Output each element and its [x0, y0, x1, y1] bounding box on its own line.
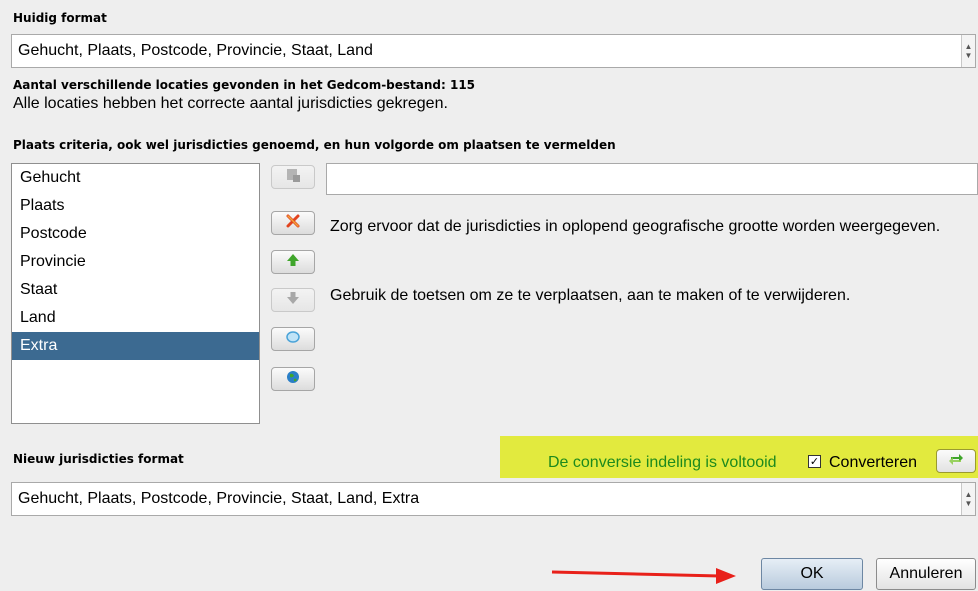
criteria-label: Plaats criteria, ook wel jurisdicties ge…	[13, 138, 616, 152]
globe-icon	[285, 369, 301, 389]
convert-button[interactable]	[936, 449, 976, 473]
list-item[interactable]: Land	[12, 304, 259, 332]
move-down-button[interactable]	[271, 288, 315, 312]
delete-icon	[285, 213, 301, 233]
conversion-status-text: De conversie indeling is voltooid	[548, 454, 777, 471]
globe-button[interactable]	[271, 367, 315, 391]
help-text-order: Zorg ervoor dat de jurisdicties in oplop…	[330, 218, 941, 235]
current-format-label: Huidig format	[13, 11, 107, 25]
move-up-icon	[285, 252, 301, 272]
new-format-field[interactable]: Gehucht, Plaats, Postcode, Provincie, St…	[11, 482, 976, 516]
convert-icon	[948, 451, 964, 471]
search-button[interactable]	[271, 327, 315, 351]
delete-button[interactable]	[271, 211, 315, 235]
new-format-label: Nieuw jurisdicties format	[13, 452, 184, 466]
current-format-value: Gehucht, Plaats, Postcode, Provincie, St…	[18, 42, 373, 59]
jurisdiction-edit-field[interactable]	[326, 163, 978, 195]
current-format-spinner[interactable]: ▲ ▼	[961, 35, 975, 67]
list-item-selected[interactable]: Extra	[12, 332, 259, 360]
checkmark-icon: ✓	[809, 455, 820, 468]
help-text-buttons: Gebruik de toetsen om ze te verplaatsen,…	[330, 287, 851, 304]
list-item[interactable]: Provincie	[12, 248, 259, 276]
jurisdiction-status-text: Alle locaties hebben het correcte aantal…	[13, 95, 448, 112]
cancel-button[interactable]: Annuleren	[876, 558, 976, 590]
add-icon	[285, 167, 301, 187]
move-down-icon	[285, 290, 301, 310]
jurisdiction-list[interactable]: Gehucht Plaats Postcode Provincie Staat …	[11, 163, 260, 424]
current-format-field[interactable]: Gehucht, Plaats, Postcode, Provincie, St…	[11, 34, 976, 68]
search-icon	[285, 329, 301, 349]
convert-checkbox[interactable]: ✓	[808, 455, 821, 468]
red-arrow-annotation	[551, 568, 736, 584]
move-up-button[interactable]	[271, 250, 315, 274]
location-count-text: Aantal verschillende locaties gevonden i…	[13, 78, 476, 92]
new-format-value: Gehucht, Plaats, Postcode, Provincie, St…	[18, 490, 420, 507]
add-button[interactable]	[271, 165, 315, 189]
new-format-spinner[interactable]: ▲ ▼	[961, 483, 975, 515]
list-item[interactable]: Staat	[12, 276, 259, 304]
convert-checkbox-label: Converteren	[829, 454, 918, 471]
list-item[interactable]: Plaats	[12, 192, 259, 220]
ok-button[interactable]: OK	[761, 558, 863, 590]
list-item[interactable]: Gehucht	[12, 164, 259, 192]
list-item[interactable]: Postcode	[12, 220, 259, 248]
